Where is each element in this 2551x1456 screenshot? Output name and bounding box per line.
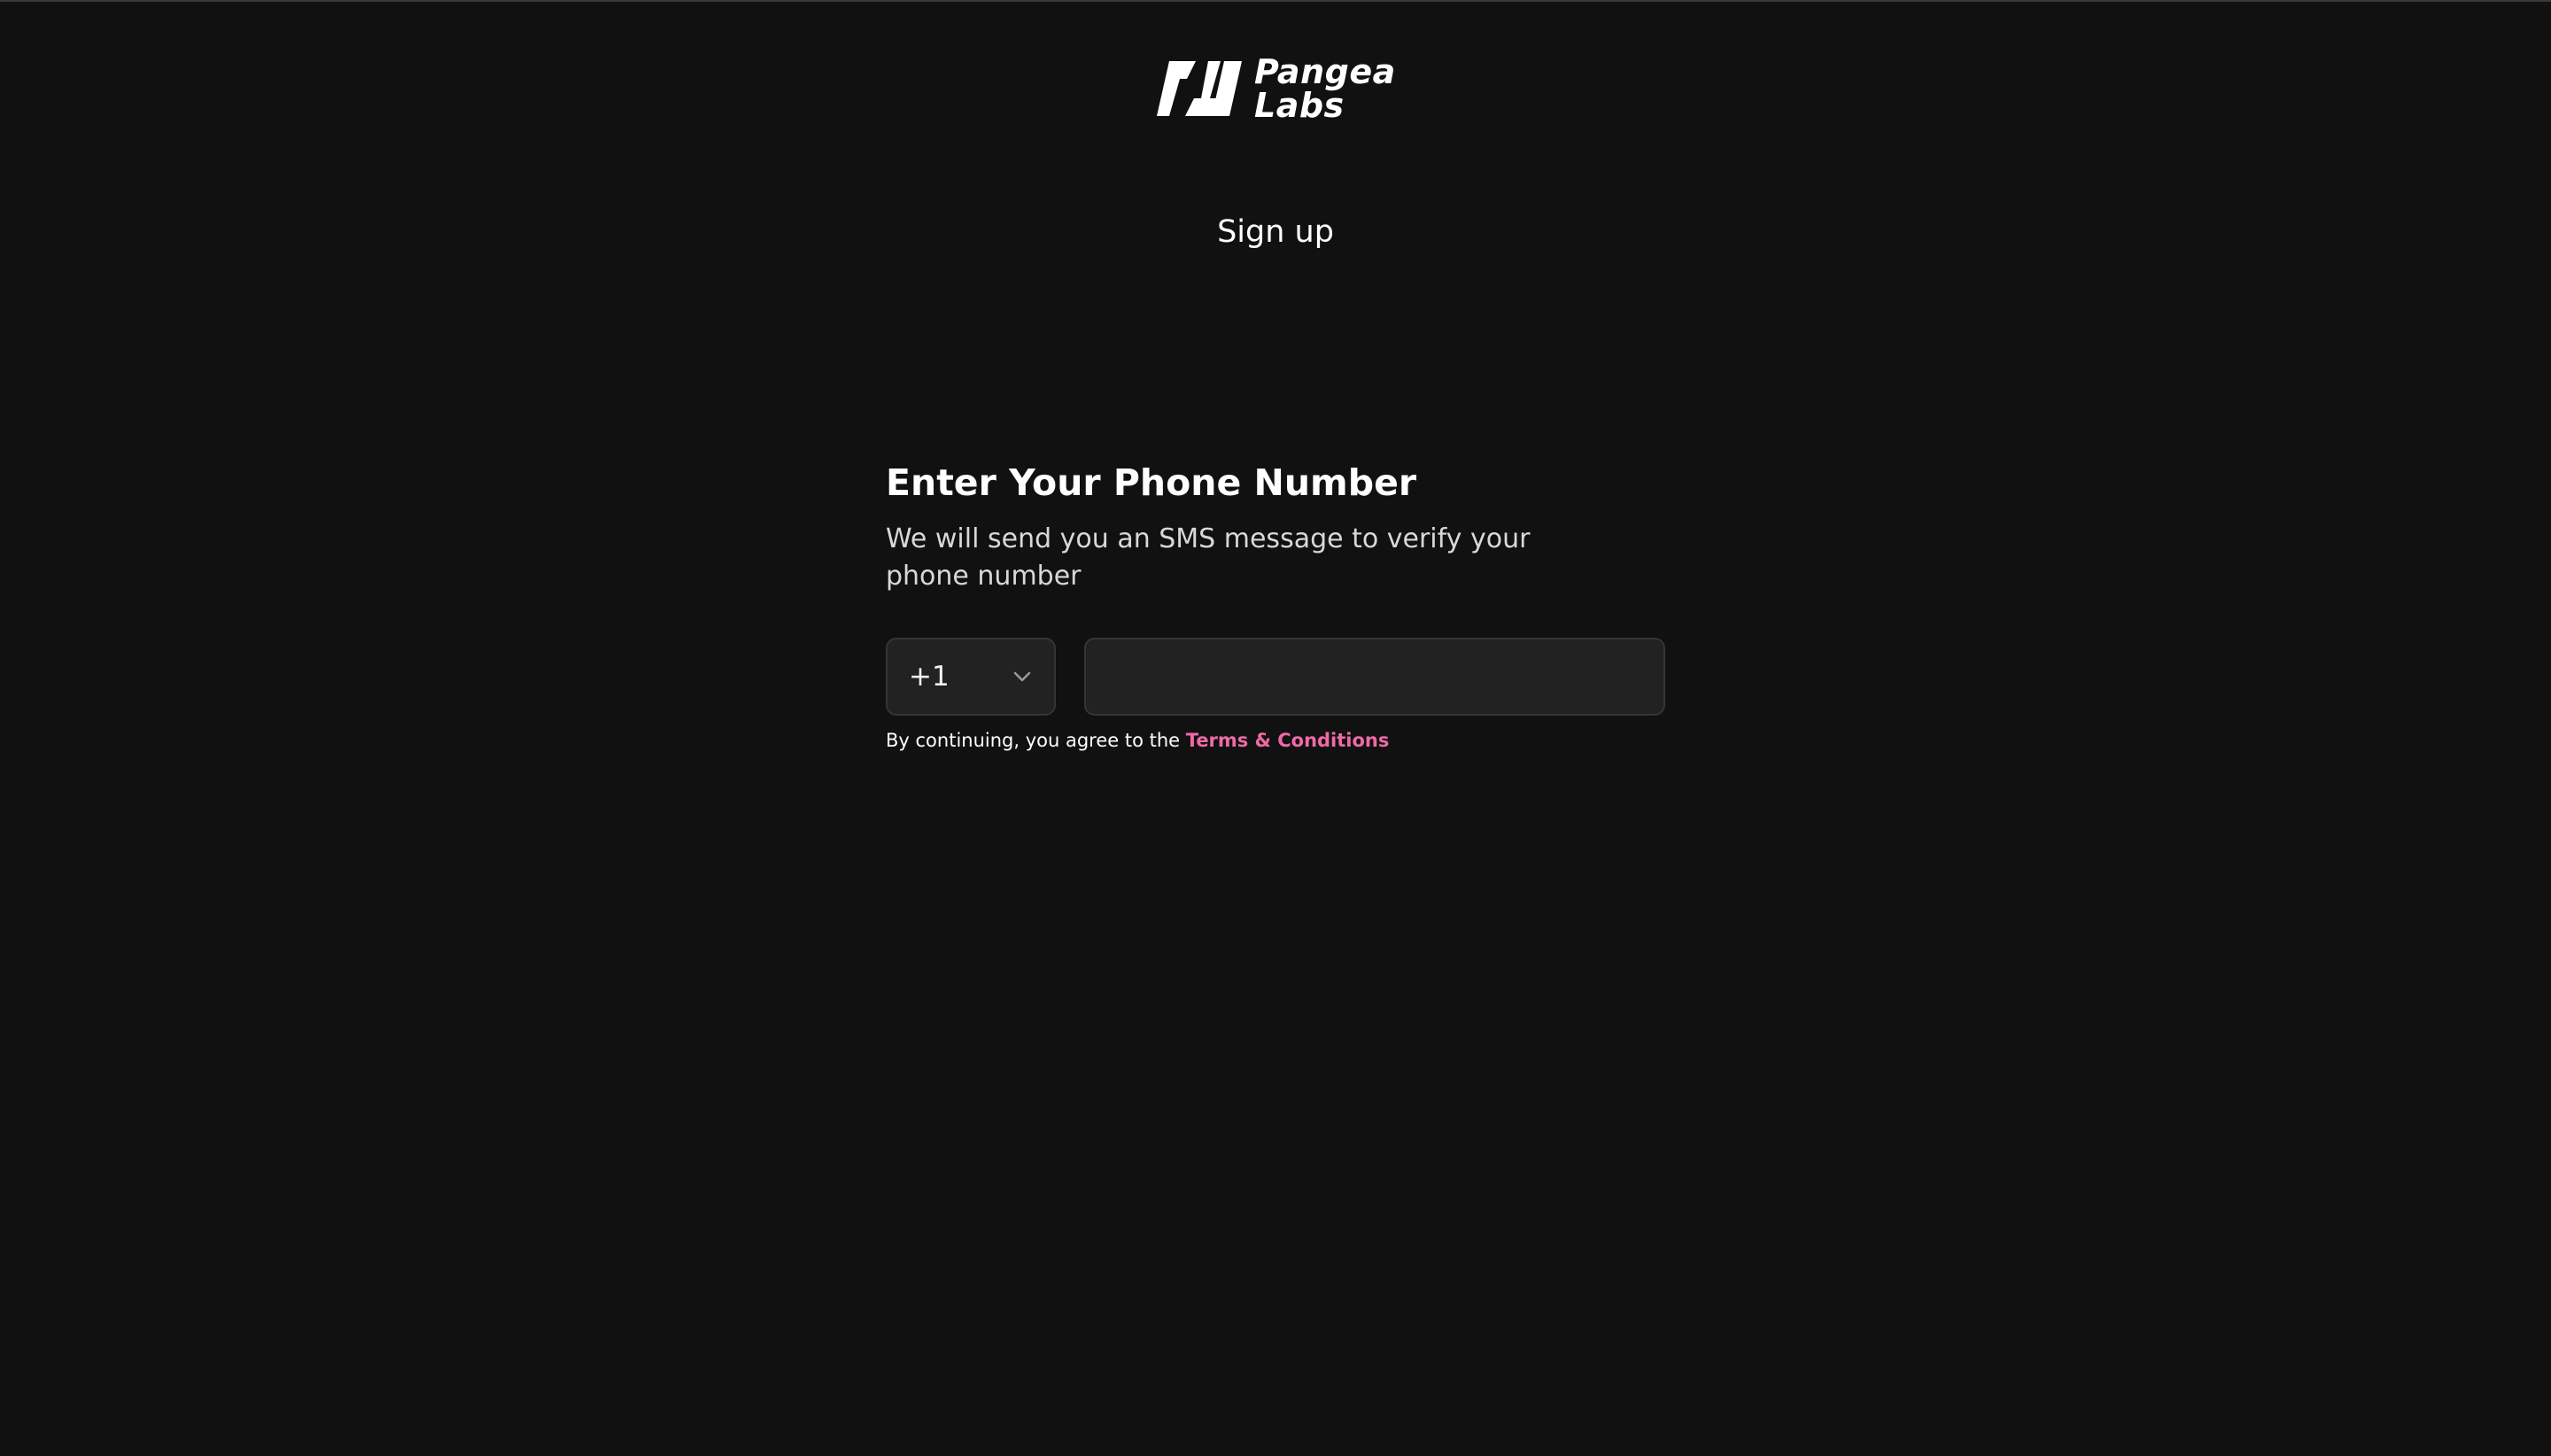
brand-wordmark: Pangea Labs <box>1254 55 1396 122</box>
form-subtitle: We will send you an SMS message to verif… <box>886 523 1531 592</box>
page-title: Sign up <box>1217 214 1334 250</box>
brand-line-1: Pangea <box>1254 52 1396 91</box>
terms-notice: By continuing, you agree to the Terms & … <box>886 730 1665 751</box>
brand-logo: Pangea Labs <box>1157 55 1396 122</box>
country-code-value: +1 <box>909 661 950 693</box>
chevron-down-icon <box>1013 671 1031 682</box>
form-heading: Enter Your Phone Number <box>886 461 1417 504</box>
pangea-logo-mark-icon <box>1157 61 1242 116</box>
phone-input-row: +1 <box>886 638 1665 716</box>
country-code-select[interactable]: +1 <box>886 638 1056 716</box>
terms-prefix: By continuing, you agree to the <box>886 730 1186 751</box>
brand-line-2: Labs <box>1254 86 1345 125</box>
terms-conditions-link[interactable]: Terms & Conditions <box>1186 730 1390 751</box>
signup-page: Pangea Labs Sign up Enter Your Phone Num… <box>0 0 2551 1456</box>
phone-number-input[interactable] <box>1084 638 1665 716</box>
phone-form: Enter Your Phone Number We will send you… <box>886 459 1665 751</box>
